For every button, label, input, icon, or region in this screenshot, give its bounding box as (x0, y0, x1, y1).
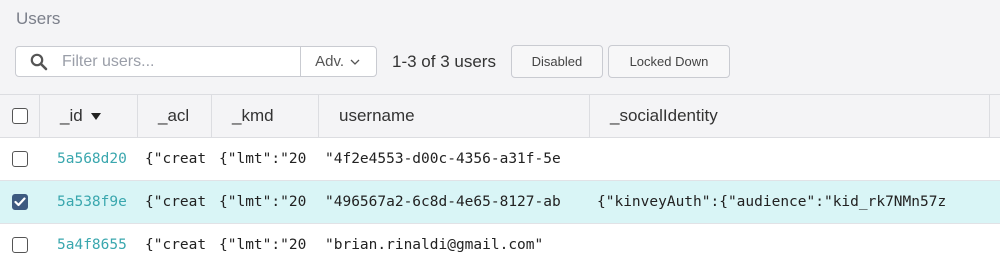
cell-username[interactable]: "4f2e4553-d00c-4356-a31f-5e (325, 138, 597, 180)
results-count: 1-3 of 3 users (392, 51, 496, 71)
table-header-row: _id _acl _kmd username _socialIdentity (0, 94, 1000, 138)
cell-social-identity[interactable] (597, 224, 1000, 262)
users-table: _id _acl _kmd username _socialIdentity 5… (0, 94, 1000, 262)
cell-acl[interactable]: {"creat (145, 181, 219, 223)
cell-kmd[interactable]: {"lmt":"20 (219, 224, 325, 262)
page-title: Users (16, 9, 61, 28)
column-header-id-label: _id (60, 106, 83, 125)
cell-acl[interactable]: {"creat (145, 224, 219, 262)
table-row-selected[interactable]: 5a538f9e {"creat {"lmt":"20 "496567a2-6c… (0, 181, 1000, 224)
cell-username[interactable]: "brian.rinaldi@gmail.com" (325, 224, 597, 262)
select-all-checkbox[interactable] (11, 108, 28, 124)
disabled-filter-button[interactable]: Disabled (510, 45, 603, 78)
cell-username[interactable]: "496567a2-6c8d-4e65-8127-ab (325, 181, 597, 223)
row-checkbox[interactable] (12, 151, 28, 167)
search-input[interactable] (60, 51, 284, 72)
search-box: Adv. (15, 46, 377, 77)
checkmark-icon (14, 197, 26, 207)
advanced-filter-label: Adv. (315, 53, 344, 70)
column-header-username[interactable]: username (319, 95, 590, 137)
cell-social-identity[interactable] (597, 138, 1000, 180)
chevron-down-icon (350, 59, 360, 65)
column-header-social-identity[interactable]: _socialIdentity (590, 95, 990, 137)
row-checkbox-checked[interactable] (12, 194, 28, 210)
users-panel: Users Adv. 1-3 of 3 users Disabled Locke… (0, 0, 1000, 262)
scrollbar-edge (989, 95, 1000, 137)
cell-kmd[interactable]: {"lmt":"20 (219, 181, 325, 223)
row-checkbox-cell (10, 138, 30, 180)
table-row[interactable]: 5a4f8655 {"creat {"lmt":"20 "brian.rinal… (0, 224, 1000, 262)
column-header-acl[interactable]: _acl (138, 95, 212, 137)
column-header-kmd[interactable]: _kmd (212, 95, 319, 137)
locked-down-filter-button[interactable]: Locked Down (607, 45, 730, 78)
header-checkbox-cell (0, 95, 40, 137)
cell-social-identity[interactable]: {"kinveyAuth":{"audience":"kid_rk7NMn57z (597, 181, 1000, 223)
column-header-id[interactable]: _id (40, 95, 138, 137)
cell-id[interactable]: 5a538f9e (57, 181, 138, 223)
sort-descending-icon (90, 112, 101, 120)
row-checkbox-cell (10, 224, 30, 262)
row-checkbox[interactable] (12, 237, 28, 253)
search-icon (30, 53, 48, 70)
cell-kmd[interactable]: {"lmt":"20 (219, 138, 325, 180)
table-row[interactable]: 5a568d20 {"creat {"lmt":"20 "4f2e4553-d0… (0, 138, 1000, 181)
advanced-filter-button[interactable]: Adv. (300, 47, 376, 76)
cell-id[interactable]: 5a568d20 (57, 138, 138, 180)
cell-id[interactable]: 5a4f8655 (57, 224, 138, 262)
row-checkbox-cell (10, 181, 30, 223)
cell-acl[interactable]: {"creat (145, 138, 219, 180)
toolbar: Adv. 1-3 of 3 users Disabled Locked Down (15, 45, 730, 78)
